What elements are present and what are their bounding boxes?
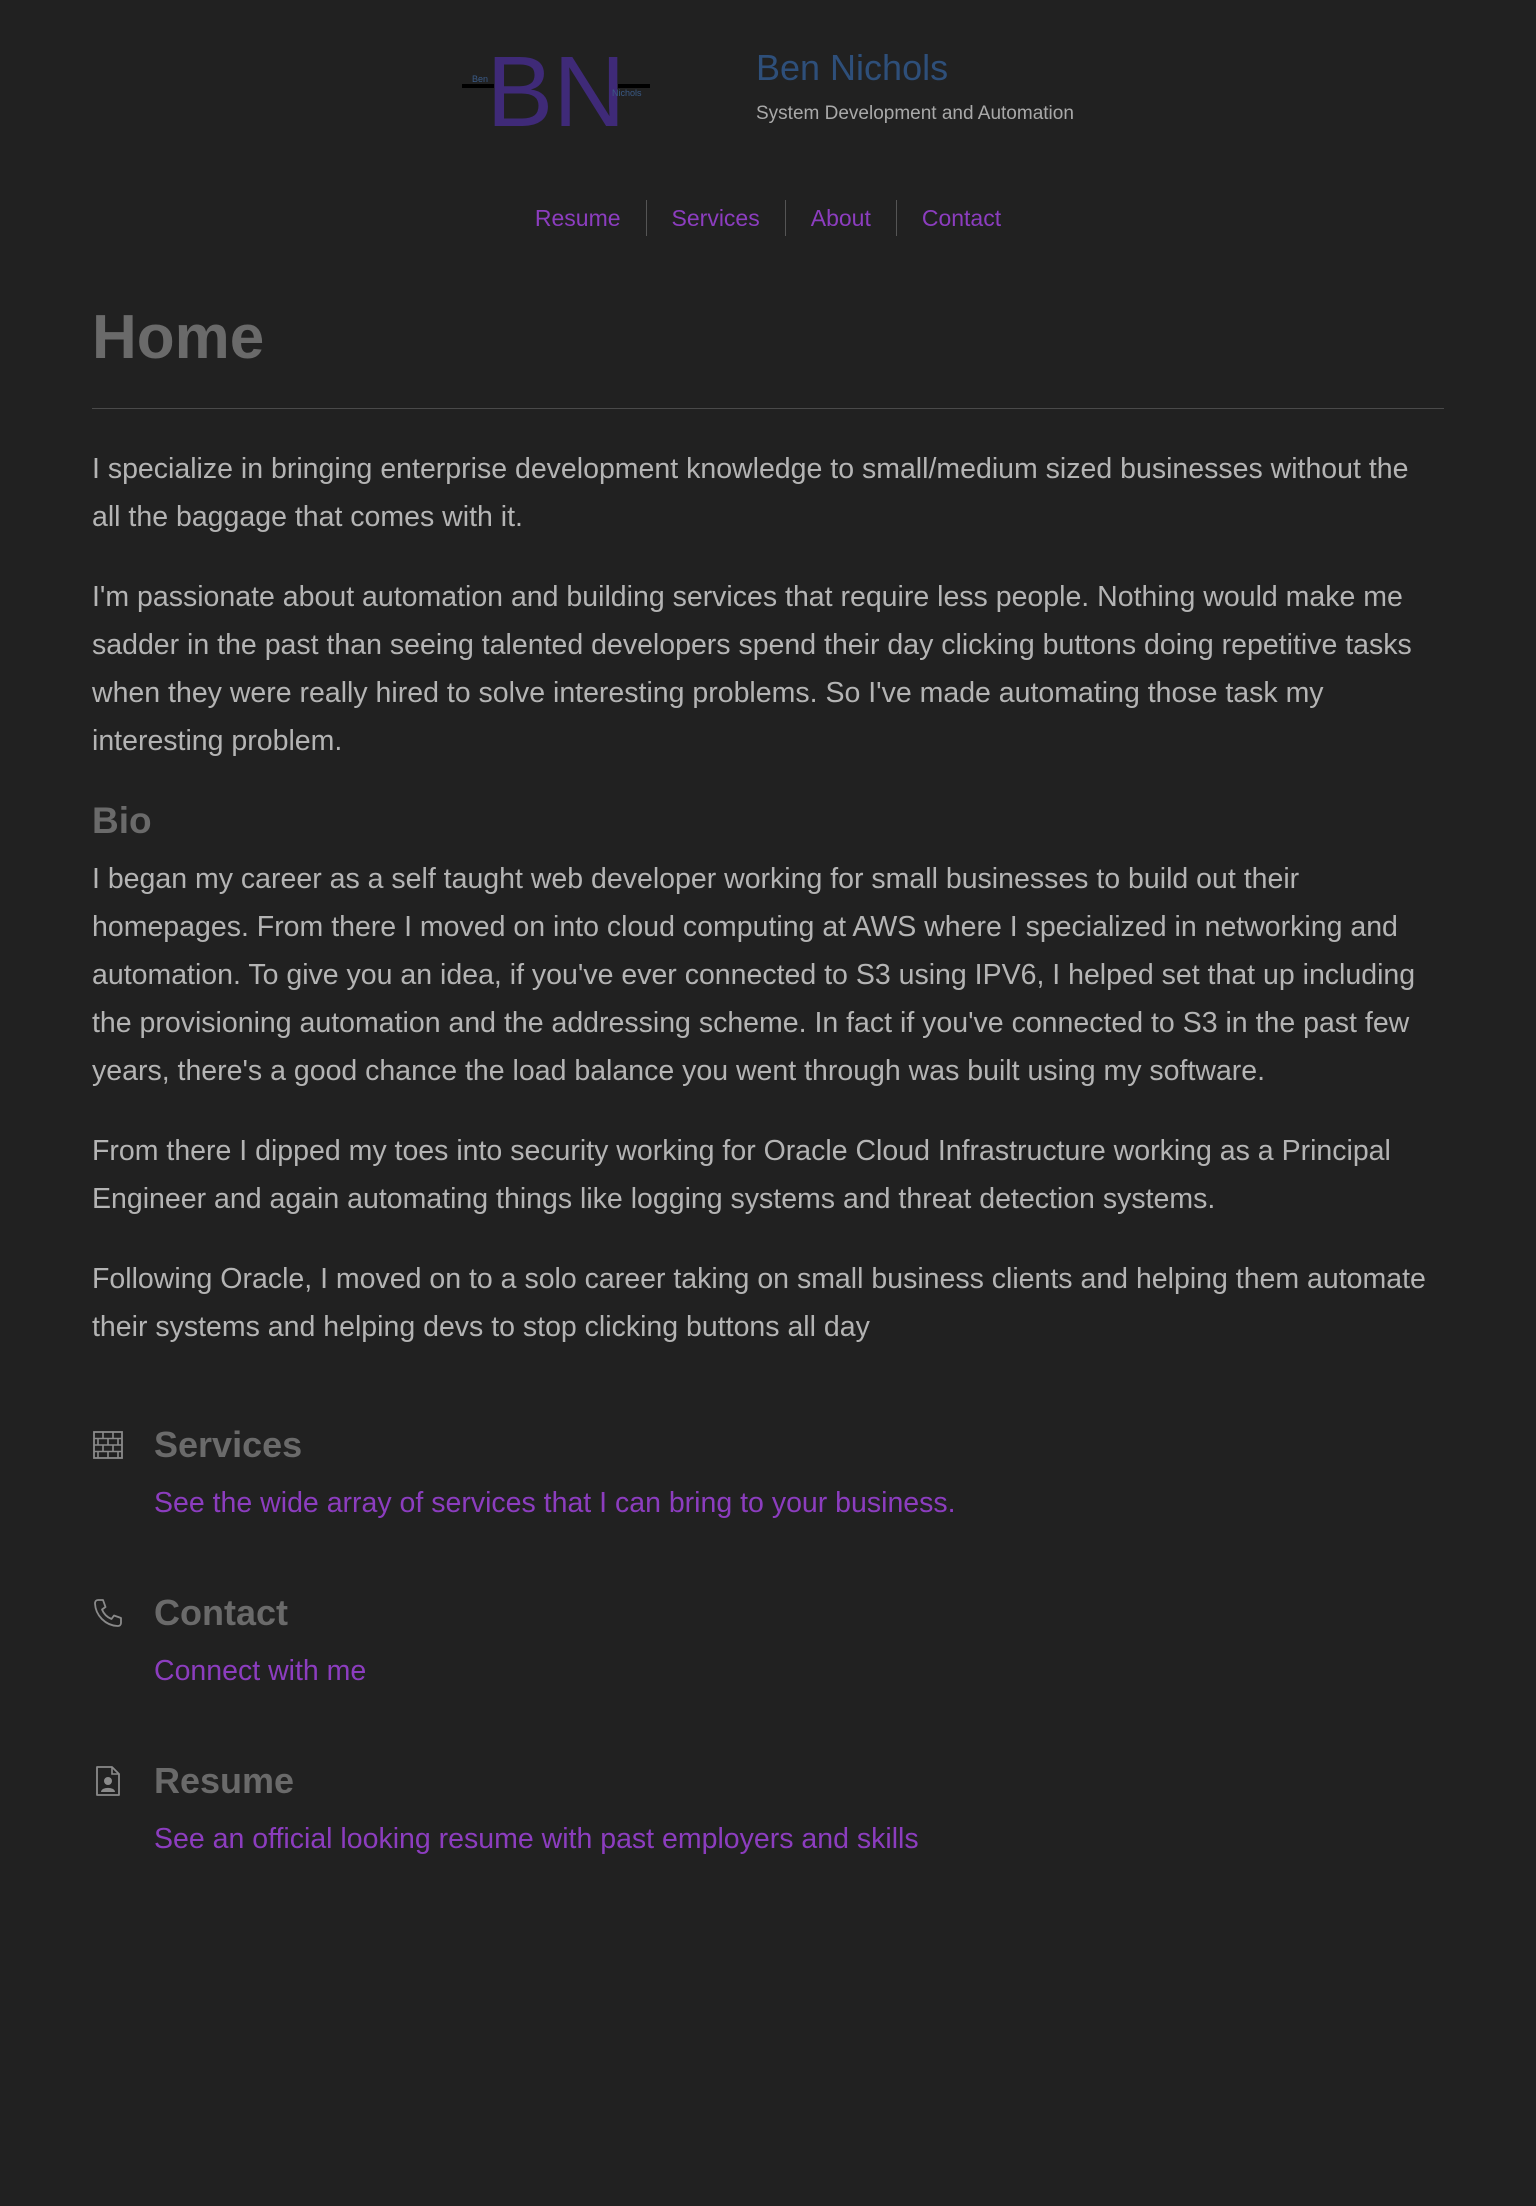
phone-icon [94, 1599, 122, 1627]
intro-paragraph: I specialize in bringing enterprise deve… [92, 453, 1409, 533]
site-name[interactable]: Ben Nichols [756, 50, 948, 86]
site-header: BN Ben Nichols Ben Nichols System Develo… [0, 0, 1536, 140]
site-logo[interactable]: BN Ben Nichols [460, 40, 652, 130]
resume-card: Resume See an official looking resume wi… [92, 1757, 1444, 1925]
intro-paragraph: I'm passionate about automation and buil… [92, 581, 1412, 757]
logo-small-left: Ben [472, 74, 488, 84]
nav-item-resume[interactable]: Resume [510, 200, 646, 236]
contact-card-title: Contact [154, 1592, 288, 1633]
page-title: Home [92, 303, 265, 372]
brick-wall-icon [93, 1431, 123, 1459]
nav-item-services[interactable]: Services [645, 200, 785, 236]
feature-cards: Services See the wide array of services … [92, 1421, 1444, 1925]
resume-card-title: Resume [154, 1760, 295, 1801]
main-content: Home I specialize in bringing enterprise… [92, 296, 1444, 1925]
services-card-link[interactable]: See the wide array of services that I ca… [154, 1483, 956, 1523]
bio-paragraph: I began my career as a self taught web d… [92, 863, 1416, 1087]
title-divider [92, 408, 1444, 409]
main-nav: Resume Services About Contact [0, 200, 1536, 236]
contact-card-link[interactable]: Connect with me [154, 1651, 366, 1691]
services-card-title: Services [154, 1424, 303, 1465]
bio-paragraph: Following Oracle, I moved on to a solo c… [92, 1263, 1426, 1343]
site-tagline: System Development and Automation [756, 103, 1074, 124]
bio-heading: Bio [92, 800, 152, 841]
person-document-icon [96, 1766, 120, 1796]
bio-paragraph: From there I dipped my toes into securit… [92, 1135, 1391, 1215]
nav-item-contact[interactable]: Contact [895, 200, 1026, 236]
services-card: Services See the wide array of services … [92, 1421, 1444, 1589]
logo-small-right: Nichols [612, 88, 642, 98]
logo-monogram: BN [487, 40, 626, 130]
contact-card: Contact Connect with me [92, 1589, 1444, 1757]
nav-item-about[interactable]: About [784, 200, 896, 236]
resume-card-link[interactable]: See an official looking resume with past… [154, 1819, 919, 1859]
